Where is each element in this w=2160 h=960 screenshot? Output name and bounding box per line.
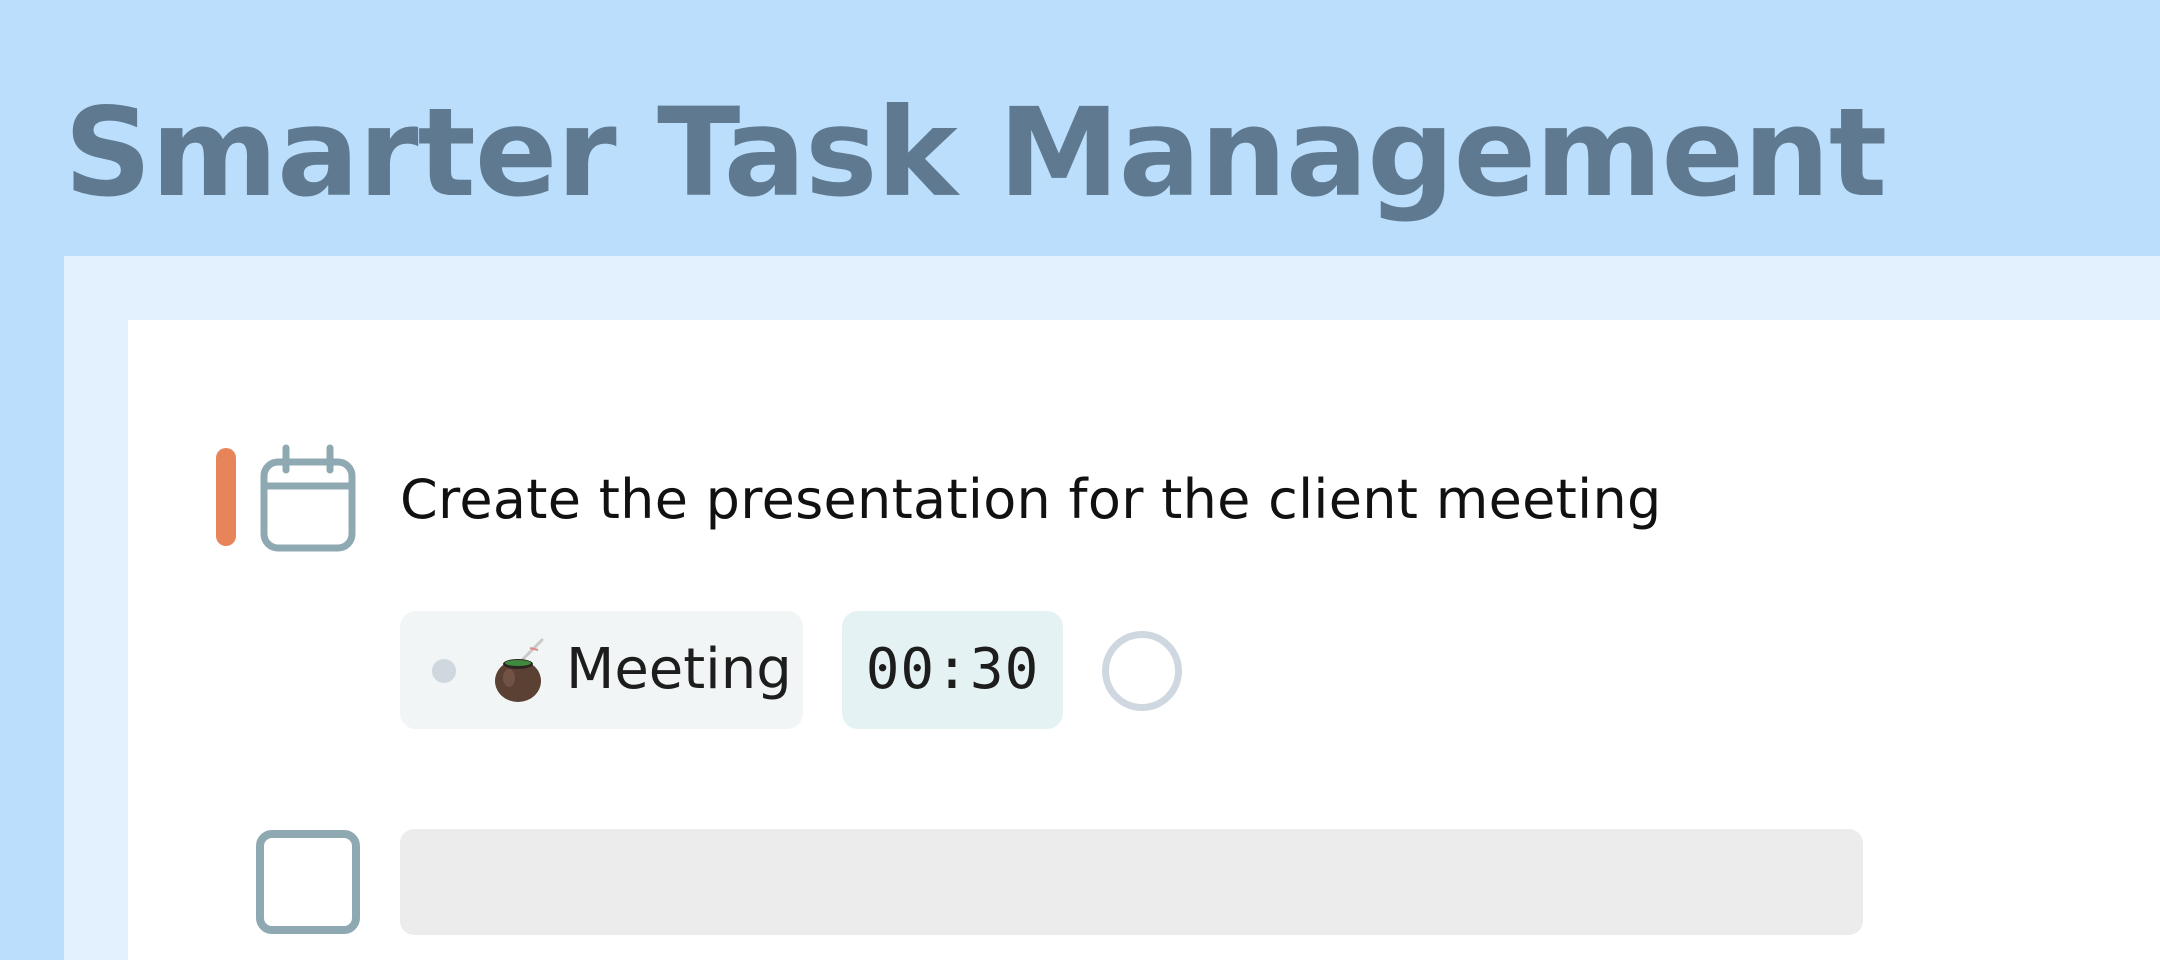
new-task-checkbox[interactable] — [256, 830, 360, 934]
new-task-input[interactable] — [400, 829, 1863, 935]
complete-task-toggle[interactable] — [1102, 631, 1182, 711]
page-title: Smarter Task Management — [64, 82, 1887, 224]
calendar-icon — [260, 444, 356, 552]
priority-indicator — [216, 448, 236, 546]
task-title[interactable]: Create the presentation for the client m… — [400, 462, 1662, 538]
mate-gourd-icon — [495, 638, 544, 702]
category-dot — [432, 659, 456, 683]
duration-chip[interactable]: 00:30 — [842, 611, 1063, 729]
category-label: Meeting — [566, 637, 792, 702]
